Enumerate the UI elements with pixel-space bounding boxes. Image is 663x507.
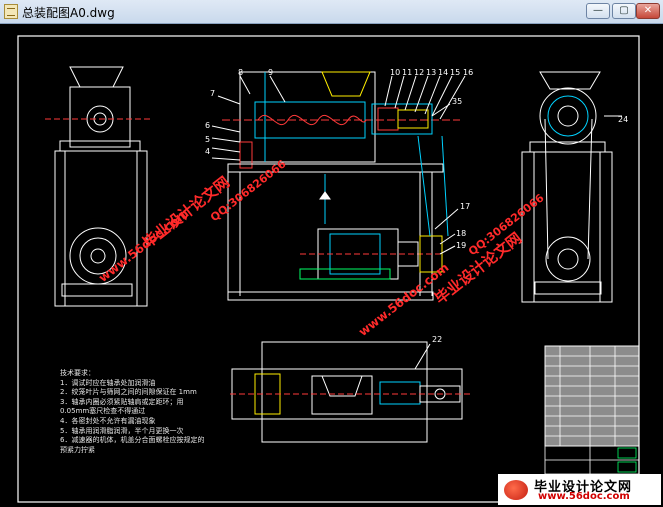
site-logo-footer: 毕业设计论文网 www.56doc.com — [498, 474, 661, 505]
tech-line: 5．轴承用润滑脂润滑，半个月更换一次 — [60, 426, 184, 435]
minimize-button[interactable]: — — [586, 3, 610, 19]
tech-line: 预紧力拧紧 — [60, 445, 95, 454]
part-label-24: 24 — [618, 115, 628, 124]
technical-requirements: 技术要求： 1．调试时应在轴承处加润滑油 2．绞笼叶片与筛网之间的间隙保证在 1… — [60, 369, 280, 455]
window-title: 总装配图A0.dwg — [22, 6, 115, 20]
tech-line: 6．减速器的机体，机盖分合面螺栓应按规定的 — [60, 436, 205, 445]
part-label-13: 13 — [426, 68, 436, 77]
maximize-button[interactable]: ▢ — [612, 3, 636, 19]
part-label-12: 12 — [414, 68, 424, 77]
logo-icon — [504, 480, 528, 500]
part-label-16: 16 — [463, 68, 473, 77]
part-label-11: 11 — [402, 68, 412, 77]
right-side-view — [521, 71, 622, 303]
part-label-7: 7 — [210, 89, 215, 98]
window-titlebar: 总装配图A0.dwg — ▢ ✕ — [0, 0, 663, 24]
part-label-22: 22 — [432, 335, 442, 344]
part-label-5: 5 — [205, 135, 210, 144]
part-label-17: 17 — [460, 202, 470, 211]
tech-line: 3．轴承内圈必须紧贴轴肩或定距环；用 — [60, 397, 184, 406]
tech-line: 4．各密封处不允许有漏油现象 — [60, 416, 156, 425]
dwg-file-icon — [4, 4, 18, 19]
footer-site-url: www.56doc.com — [538, 491, 630, 502]
part-label-6: 6 — [205, 121, 210, 130]
part-label-15: 15 — [450, 68, 460, 77]
tech-line: 技术要求： — [60, 369, 95, 377]
part-label-4: 4 — [205, 147, 210, 156]
part-label-14: 14 — [438, 68, 448, 77]
part-label-8: 8 — [238, 68, 243, 77]
close-button[interactable]: ✕ — [636, 3, 660, 19]
part-label-19: 19 — [456, 241, 466, 250]
tech-line: 1．调试时应在轴承处加润滑油 — [60, 378, 156, 387]
left-side-view — [45, 66, 150, 307]
tech-line: 0.05mm塞尺检查不得通过 — [60, 407, 146, 416]
part-label-10: 10 — [390, 68, 400, 77]
tech-line: 2．绞笼叶片与筛网之间的间隙保证在 1mm — [60, 388, 197, 397]
drawing-canvas[interactable]: 8 9 10 11 12 13 14 15 16 7 6 5 4 35 17 1… — [0, 24, 663, 507]
part-label-18: 18 — [456, 229, 466, 238]
part-label-35: 35 — [452, 97, 462, 106]
part-label-9: 9 — [268, 68, 273, 77]
